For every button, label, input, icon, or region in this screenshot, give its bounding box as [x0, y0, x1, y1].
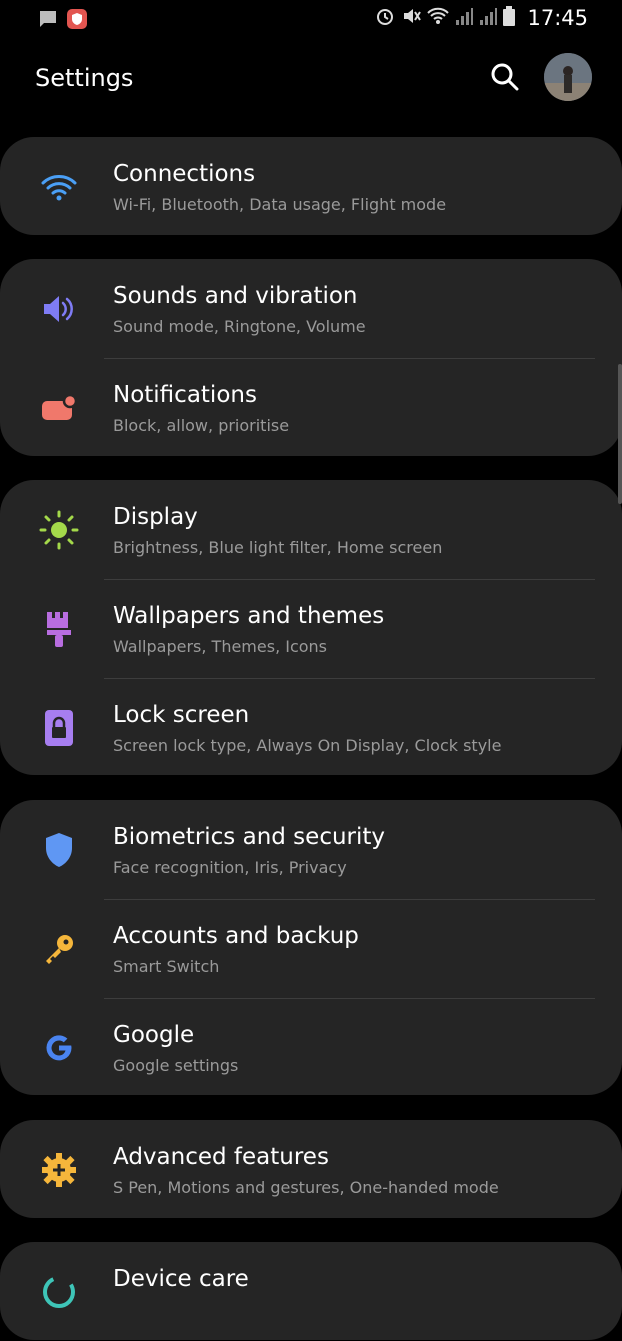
speaker-icon [38, 290, 80, 328]
signal-icon [479, 6, 498, 30]
status-bar: 17:45 [0, 0, 622, 40]
wifi-icon [38, 168, 80, 206]
google-icon [38, 1029, 80, 1067]
shield-icon [38, 831, 80, 869]
settings-item-lock-screen[interactable]: Lock screen Screen lock type, Always On … [0, 678, 622, 777]
device-care-icon [38, 1273, 80, 1311]
alarm-icon [375, 6, 395, 30]
divider [104, 678, 595, 679]
message-icon [38, 9, 58, 33]
settings-item-biometrics[interactable]: Biometrics and security Face recognition… [0, 800, 622, 899]
item-subtitle: S Pen, Motions and gestures, One-handed … [113, 1178, 499, 1197]
shield-notification-icon [66, 8, 88, 34]
status-right-icons: 17:45 [375, 6, 588, 30]
paintbrush-icon [38, 610, 80, 648]
item-label: Connections [113, 161, 256, 187]
wifi-icon [427, 6, 450, 30]
settings-item-notifications[interactable]: Notifications Block, allow, prioritise [0, 358, 622, 457]
settings-item-sounds[interactable]: Sounds and vibration Sound mode, Rington… [0, 259, 622, 358]
settings-item-connections[interactable]: Connections Wi-Fi, Bluetooth, Data usage… [0, 137, 622, 236]
item-subtitle: Sound mode, Ringtone, Volume [113, 317, 366, 336]
item-label: Notifications [113, 382, 257, 408]
divider [104, 358, 595, 359]
status-left-icons [38, 8, 88, 34]
settings-item-accounts[interactable]: Accounts and backup Smart Switch [0, 899, 622, 998]
search-icon [491, 63, 519, 91]
item-label: Biometrics and security [113, 824, 386, 850]
settings-item-google[interactable]: Google Google settings [0, 998, 622, 1097]
item-label: Wallpapers and themes [113, 603, 385, 629]
notification-icon [38, 389, 80, 427]
item-label: Lock screen [113, 702, 250, 728]
divider [104, 998, 595, 999]
gear-plus-icon [38, 1151, 80, 1189]
page-title: Settings [35, 64, 134, 92]
settings-group-connections: Connections Wi-Fi, Bluetooth, Data usage… [0, 137, 622, 235]
divider [104, 579, 595, 580]
item-label: Advanced features [113, 1144, 329, 1170]
item-label: Display [113, 504, 198, 530]
settings-group-advanced: Advanced features S Pen, Motions and ges… [0, 1120, 622, 1218]
settings-item-advanced-features[interactable]: Advanced features S Pen, Motions and ges… [0, 1120, 622, 1219]
settings-group-sound-notifications: Sounds and vibration Sound mode, Rington… [0, 259, 622, 456]
item-subtitle: Brightness, Blue light filter, Home scre… [113, 538, 443, 557]
item-subtitle: Google settings [113, 1056, 239, 1075]
avatar[interactable] [544, 53, 592, 101]
item-label: Sounds and vibration [113, 283, 358, 309]
item-subtitle: Face recognition, Iris, Privacy [113, 858, 347, 877]
lock-icon [38, 709, 80, 747]
divider [104, 899, 595, 900]
settings-group-display: Display Brightness, Blue light filter, H… [0, 480, 622, 775]
mute-icon [401, 6, 422, 30]
settings-item-device-care[interactable]: Device care [0, 1242, 622, 1341]
key-icon [38, 930, 80, 968]
item-subtitle: Screen lock type, Always On Display, Clo… [113, 736, 502, 755]
brightness-icon [38, 510, 80, 550]
app-header: Settings [0, 48, 622, 110]
settings-item-display[interactable]: Display Brightness, Blue light filter, H… [0, 480, 622, 579]
item-label: Accounts and backup [113, 923, 359, 949]
item-subtitle: Wi-Fi, Bluetooth, Data usage, Flight mod… [113, 195, 447, 214]
item-label: Google [113, 1022, 195, 1048]
battery-icon [503, 6, 516, 30]
search-button[interactable] [488, 60, 522, 94]
status-time: 17:45 [527, 6, 588, 30]
signal-icon [455, 6, 474, 30]
item-label: Device care [113, 1266, 249, 1292]
settings-item-wallpapers[interactable]: Wallpapers and themes Wallpapers, Themes… [0, 579, 622, 678]
item-subtitle: Smart Switch [113, 957, 220, 976]
item-subtitle: Block, allow, prioritise [113, 416, 290, 435]
settings-group-security: Biometrics and security Face recognition… [0, 800, 622, 1095]
scrollbar[interactable] [618, 364, 622, 504]
item-subtitle: Wallpapers, Themes, Icons [113, 637, 328, 656]
settings-group-device-care: Device care [0, 1242, 622, 1340]
